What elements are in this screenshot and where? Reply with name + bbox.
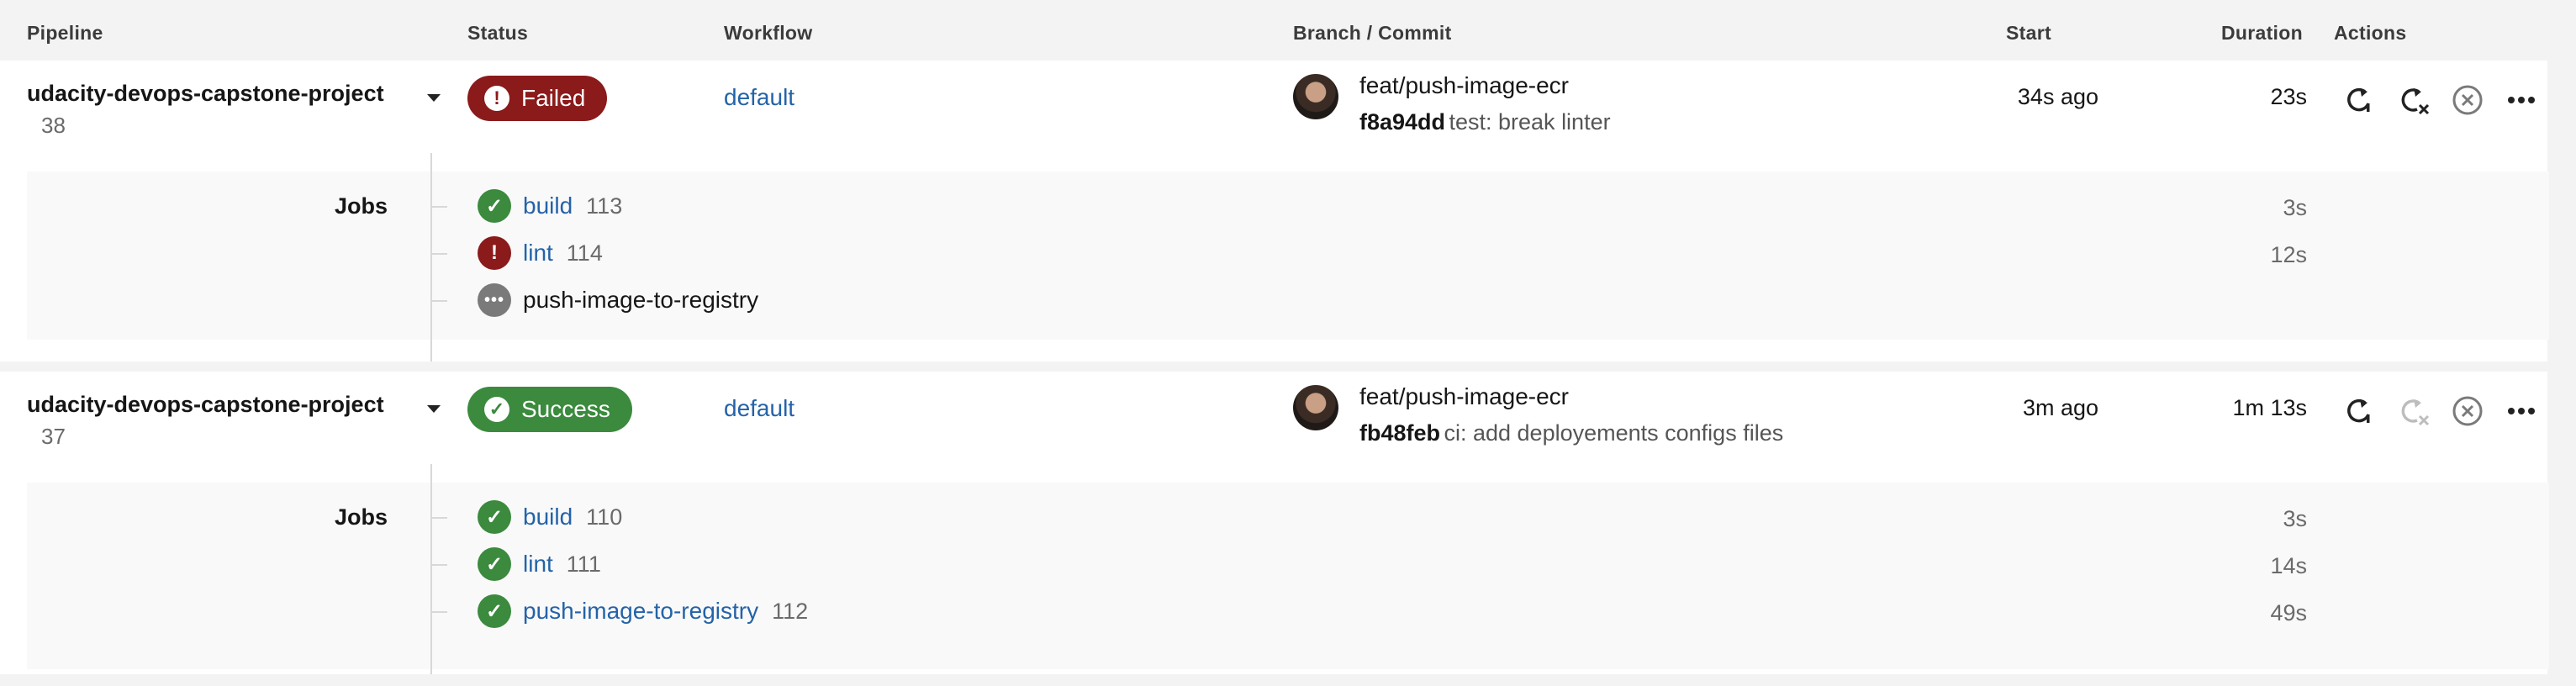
job-row: ! lint 114 (478, 236, 603, 270)
header-duration: Duration (2221, 22, 2303, 44)
project-name[interactable]: udacity-devops-capstone-project (27, 392, 384, 418)
job-tree-branch (430, 611, 447, 613)
job-row: ✓ build 113 (478, 189, 622, 223)
check-icon: ✓ (478, 547, 511, 581)
jobs-label: Jobs (335, 504, 388, 530)
more-icon[interactable] (2502, 392, 2541, 430)
check-icon: ✓ (484, 397, 509, 422)
status-badge[interactable]: ✓ Success (467, 387, 632, 432)
start-time: 3m ago (2022, 395, 2098, 420)
header-pipeline: Pipeline (27, 22, 103, 44)
status-label: Success (521, 396, 610, 422)
commit-info: f8a94dd test: break linter (1359, 109, 1611, 135)
cancel-icon[interactable] (2448, 81, 2487, 119)
job-duration: 49s (2270, 600, 2307, 625)
job-link[interactable]: lint (523, 551, 553, 578)
job-number: 111 (566, 551, 601, 577)
pipeline-number[interactable]: 38 (41, 113, 66, 139)
exclamation-icon: ! (478, 236, 511, 270)
job-name: push-image-to-registry (523, 287, 759, 313)
commit-sha[interactable]: f8a94dd (1359, 109, 1445, 135)
exclamation-icon: ! (484, 86, 509, 111)
start-time: 34s ago (2017, 84, 2098, 109)
commit-message: test: break linter (1449, 109, 1611, 135)
header-actions: Actions (2334, 22, 2407, 44)
chevron-down-icon[interactable] (427, 405, 441, 413)
workflow-link[interactable]: default (724, 84, 794, 111)
branch-name[interactable]: feat/push-image-ecr (1359, 383, 1569, 410)
job-link[interactable]: lint (523, 240, 553, 266)
job-link[interactable]: build (523, 193, 573, 219)
job-tree-line (430, 153, 432, 361)
job-row: ✓ lint 111 (478, 547, 601, 581)
jobs-label: Jobs (335, 193, 388, 219)
duration: 1m 13s (2232, 395, 2307, 420)
job-tree-branch (430, 300, 447, 302)
job-row: ✓ build 110 (478, 500, 622, 534)
job-tree-branch (430, 517, 447, 519)
more-icon: ••• (478, 283, 511, 317)
header-start: Start (2006, 22, 2051, 44)
rerun-icon[interactable] (2341, 81, 2379, 119)
header-status: Status (467, 22, 529, 44)
avatar (1293, 74, 1338, 119)
job-number: 113 (586, 193, 623, 219)
pipeline-row: udacity-devops-capstone-project 38 ! Fai… (0, 61, 2549, 361)
more-icon[interactable] (2502, 81, 2541, 119)
job-number: 110 (586, 504, 623, 530)
job-number: 112 (772, 598, 809, 624)
header-branch-commit: Branch / Commit (1293, 22, 1452, 44)
commit-sha[interactable]: fb48feb (1359, 420, 1440, 446)
job-link[interactable]: build (523, 504, 573, 530)
status-label: Failed (521, 85, 586, 111)
status-badge[interactable]: ! Failed (467, 76, 608, 121)
pipeline-row: udacity-devops-capstone-project 37 ✓ Suc… (0, 372, 2549, 674)
job-tree-line (430, 464, 432, 674)
commit-info: fb48feb ci: add deployements configs fil… (1359, 420, 1783, 446)
check-icon: ✓ (478, 189, 511, 223)
chevron-down-icon[interactable] (427, 94, 441, 102)
job-duration: 3s (2283, 506, 2307, 531)
header-workflow: Workflow (724, 22, 813, 44)
rerun-failed-icon[interactable] (2394, 81, 2433, 119)
job-number: 114 (566, 240, 603, 266)
job-duration: 14s (2270, 553, 2307, 578)
duration: 23s (2270, 84, 2307, 109)
jobs-panel (27, 483, 2549, 669)
avatar (1293, 385, 1338, 430)
job-link[interactable]: push-image-to-registry (523, 598, 758, 625)
cancel-icon[interactable] (2448, 392, 2487, 430)
check-icon: ✓ (478, 500, 511, 534)
job-tree-branch (430, 564, 447, 566)
rerun-icon[interactable] (2341, 392, 2379, 430)
job-row: ✓ push-image-to-registry 112 (478, 594, 808, 628)
rerun-failed-icon (2394, 392, 2433, 430)
check-icon: ✓ (478, 594, 511, 628)
job-tree-branch (430, 253, 447, 255)
commit-message: ci: add deployements configs files (1444, 420, 1784, 446)
job-tree-branch (430, 206, 447, 208)
job-duration: 3s (2283, 195, 2307, 220)
pipeline-number[interactable]: 37 (41, 424, 66, 450)
workflow-link[interactable]: default (724, 395, 794, 422)
job-duration: 12s (2270, 242, 2307, 267)
branch-name[interactable]: feat/push-image-ecr (1359, 72, 1569, 99)
jobs-panel (27, 172, 2549, 340)
project-name[interactable]: udacity-devops-capstone-project (27, 81, 384, 107)
job-row: ••• push-image-to-registry (478, 283, 758, 317)
